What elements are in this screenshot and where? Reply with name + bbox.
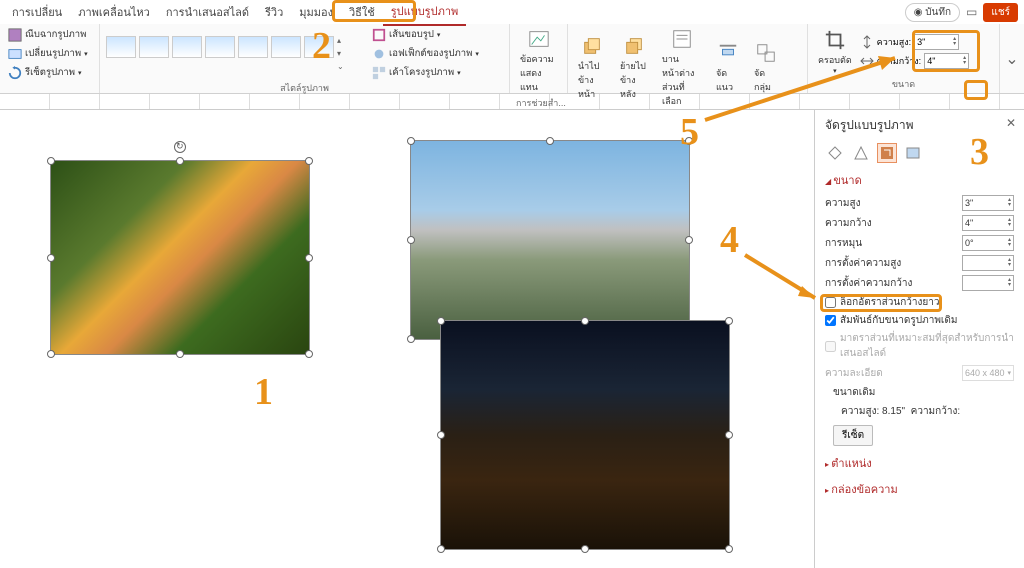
pane-tab-size-icon[interactable] xyxy=(877,143,897,163)
tab-review[interactable]: รีวิว xyxy=(257,0,291,25)
send-backward-button[interactable]: ย้ายไปข้างหลัง xyxy=(616,33,652,103)
pane-rotation-spinner[interactable]: 0°▴▾ xyxy=(962,235,1014,251)
annotation-box-size xyxy=(912,30,980,72)
group-label-styles: สไตล์รูปภาพ xyxy=(106,81,503,97)
reset-button[interactable]: รีเซ็ต xyxy=(833,425,873,446)
alt-text-button[interactable]: ข้อความแสดงแทน xyxy=(516,26,561,96)
picture-1[interactable] xyxy=(50,160,310,355)
reset-picture-button[interactable]: รีเซ็ตรูปภาพ ▾ xyxy=(6,64,83,81)
pane-scale-h-spinner[interactable]: ▴▾ xyxy=(962,255,1014,271)
selection-pane-button[interactable]: บานหน้าต่างส่วนที่เลือก xyxy=(658,26,706,110)
best-scale-checkbox: มาตราส่วนที่เหมาะสมที่สุดสำหรับการนำเสนอ… xyxy=(825,331,1014,361)
share-button[interactable]: แชร์ xyxy=(983,3,1018,22)
height-label: ความสูง: xyxy=(877,35,911,49)
resolution-select: 640 x 480▾ xyxy=(962,365,1014,381)
pane-width-spinner[interactable]: 4"▴▾ xyxy=(962,215,1014,231)
tab-slideshow[interactable]: การนำเสนอสไลด์ xyxy=(158,0,257,25)
pane-tab-picture-icon[interactable] xyxy=(903,143,923,163)
change-picture-button[interactable]: เปลี่ยนรูปภาพ ▾ xyxy=(6,45,90,62)
slide-canvas[interactable] xyxy=(0,110,814,568)
annotation-box-4 xyxy=(820,294,942,312)
height-icon xyxy=(860,35,874,49)
resolution-label: ความละเอียด xyxy=(825,366,883,381)
pane-scale-w-spinner[interactable]: ▴▾ xyxy=(962,275,1014,291)
annotation-box-2 xyxy=(332,0,416,22)
orig-height: ความสูง: 8.15" xyxy=(841,406,905,417)
group-label-adjust xyxy=(6,91,93,93)
bring-forward-button[interactable]: นำไปข้างหน้า xyxy=(574,33,610,103)
section-position[interactable]: ตำแหน่ง xyxy=(825,454,1014,472)
original-size-label: ขนาดเดิม xyxy=(833,385,1014,400)
pane-scale-h-label: การตั้งค่าความสูง xyxy=(825,256,901,271)
picture-effects-button[interactable]: เอฟเฟ็กต์ของรูปภาพ ▾ xyxy=(370,45,481,62)
annotation-1: 1 xyxy=(254,370,273,414)
annotation-2: 2 xyxy=(312,24,331,68)
rotate-handle[interactable] xyxy=(174,141,186,153)
ribbon-collapse-icon[interactable]: ⌄ xyxy=(1000,24,1024,93)
annotation-5: 5 xyxy=(680,110,699,154)
annotation-arrow-5 xyxy=(700,50,910,130)
pane-tab-fill-icon[interactable] xyxy=(825,143,845,163)
picture-layout-button[interactable]: เค้าโครงรูปภาพ ▾ xyxy=(370,64,481,81)
pane-width-label: ความกว้าง xyxy=(825,216,872,231)
tab-transitions[interactable]: การเปลี่ยน xyxy=(4,0,70,25)
pane-height-label: ความสูง xyxy=(825,196,861,211)
annotation-box-3 xyxy=(964,80,988,100)
orig-width: ความกว้าง: xyxy=(911,406,960,417)
picture-3[interactable] xyxy=(440,320,730,550)
autosave-indicator[interactable]: ◉ บันทึก xyxy=(905,3,960,22)
ribbon-tabs: การเปลี่ยน ภาพเคลื่อนไหว การนำเสนอสไลด์ … xyxy=(0,0,1024,24)
pane-height-spinner[interactable]: 3"▴▾ xyxy=(962,195,1014,211)
picture-border-button[interactable]: เส้นขอบรูป ▾ xyxy=(370,26,481,43)
annotation-3: 3 xyxy=(970,130,989,174)
section-textbox[interactable]: กล่องข้อความ xyxy=(825,480,1014,498)
pane-scale-w-label: การตั้งค่าความกว้าง xyxy=(825,276,912,291)
present-icon[interactable]: ▭ xyxy=(966,5,977,19)
remove-background-button[interactable]: ณีบฉากรูปภาพ xyxy=(6,26,88,43)
pane-close-icon[interactable]: ✕ xyxy=(1006,116,1016,130)
annotation-arrow-4 xyxy=(740,250,830,310)
relative-original-checkbox[interactable]: สัมพันธ์กับขนาดรูปภาพเดิม xyxy=(825,313,1014,328)
picture-2[interactable] xyxy=(410,140,690,340)
pane-rotation-label: การหมุน xyxy=(825,236,862,251)
format-picture-pane: จัดรูปแบบรูปภาพ ✕ ขนาด ความสูง3"▴▾ ความก… xyxy=(814,110,1024,568)
pane-tab-effects-icon[interactable] xyxy=(851,143,871,163)
annotation-4: 4 xyxy=(720,218,739,262)
tab-animations[interactable]: ภาพเคลื่อนไหว xyxy=(70,0,158,25)
